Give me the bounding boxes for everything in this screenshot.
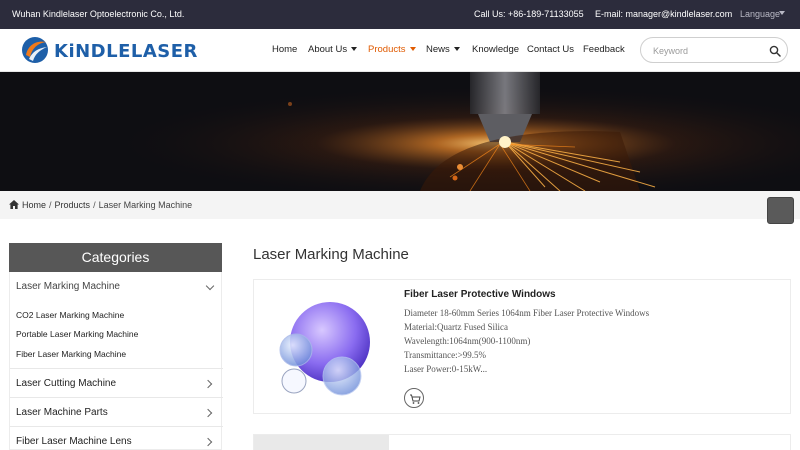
company-name: Wuhan Kindlelaser Optoelectronic Co., Lt…	[12, 9, 185, 19]
breadcrumb-current: Laser Marking Machine	[98, 200, 193, 210]
page-title: Laser Marking Machine	[253, 246, 409, 263]
nav-knowledge[interactable]: Knowledge	[472, 44, 519, 55]
logo-mark-icon	[22, 37, 48, 63]
breadcrumb: Home / Products / Laser Marking Machine	[9, 200, 192, 210]
category-fiber-laser-machine-lens[interactable]: Fiber Laser Machine Lens	[10, 426, 223, 450]
subcategory-co2-laser-marking[interactable]: CO2 Laser Marking Machine	[16, 310, 124, 320]
product-image[interactable]	[272, 294, 382, 404]
breadcrumb-products[interactable]: Products	[55, 200, 91, 210]
nav-contact-us[interactable]: Contact Us	[527, 44, 574, 55]
chevron-down-icon	[453, 47, 460, 51]
nav-home[interactable]: Home	[272, 44, 297, 55]
product-image[interactable]	[254, 435, 389, 450]
site-logo[interactable]: KiNDLELASER	[20, 35, 198, 65]
category-list: Laser Marking Machine CO2 Laser Marking …	[9, 272, 223, 450]
nav-label: Home	[272, 44, 298, 55]
category-sidebar: Categories Laser Marking Machine CO2 Las…	[9, 243, 223, 450]
product-title[interactable]: Fiber Laser Protective Windows	[404, 289, 556, 300]
product-description-line: Wavelength:1064nm(900-1100nm)	[404, 336, 531, 346]
product-card: Fiber Laser Protective Windows Diameter …	[253, 279, 791, 414]
category-label: Fiber Laser Machine Lens	[16, 436, 132, 447]
search-icon[interactable]	[769, 45, 781, 57]
floating-action-button[interactable]	[767, 197, 794, 224]
nav-label: Products	[368, 44, 406, 55]
logo-text: KiNDLELASER	[54, 41, 198, 62]
subcategory-fiber-laser-marking[interactable]: Fiber Laser Marking Machine	[16, 349, 126, 359]
subcategory-portable-laser-marking[interactable]: Portable Laser Marking Machine	[16, 329, 138, 339]
chevron-down-icon	[351, 47, 358, 51]
breadcrumb-separator: /	[49, 200, 52, 210]
laser-cutting-banner-image	[0, 72, 800, 191]
category-label: Laser Machine Parts	[16, 407, 108, 418]
nav-label: Knowledge	[472, 44, 520, 55]
nav-label: About Us	[308, 44, 348, 55]
chevron-right-icon	[203, 437, 213, 447]
chevron-down-icon[interactable]	[205, 281, 215, 291]
category-laser-marking-machine[interactable]: Laser Marking Machine	[16, 281, 120, 292]
hero-banner	[0, 72, 800, 191]
product-card	[253, 434, 791, 450]
search-input[interactable]	[653, 43, 763, 58]
nav-products[interactable]: Products	[368, 44, 416, 55]
cart-icon	[410, 394, 421, 404]
language-selector[interactable]: Language	[740, 9, 780, 19]
chevron-down-icon	[779, 11, 785, 15]
search-box	[640, 37, 788, 63]
nav-feedback[interactable]: Feedback	[583, 44, 625, 55]
nav-news[interactable]: News	[426, 44, 460, 55]
nav-label: Contact Us	[527, 44, 574, 55]
nav-label: News	[426, 44, 450, 55]
breadcrumb-home[interactable]: Home	[22, 200, 46, 210]
email-contact[interactable]: E-mail: manager@kindlelaser.com	[595, 9, 732, 19]
nav-label: Feedback	[583, 44, 625, 55]
chevron-down-icon	[409, 47, 416, 51]
product-description-line: Diameter 18-60mm Series 1064nm Fiber Las…	[404, 308, 650, 318]
chevron-right-icon	[203, 408, 213, 418]
breadcrumb-separator: /	[93, 200, 96, 210]
product-description-line: Transmittance:>99.5%	[404, 350, 486, 360]
phone-contact[interactable]: Call Us: +86-189-71133055	[474, 9, 584, 19]
home-icon	[9, 200, 19, 209]
product-description-line: Laser Power:0-15kW...	[404, 364, 488, 374]
chevron-right-icon	[203, 379, 213, 389]
category-label: Laser Cutting Machine	[16, 378, 117, 389]
category-heading: Categories	[9, 243, 222, 272]
category-laser-machine-parts[interactable]: Laser Machine Parts	[10, 397, 223, 426]
product-description-line: Material:Quartz Fused Silica	[404, 322, 508, 332]
breadcrumb-bar: Home / Products / Laser Marking Machine	[0, 191, 800, 219]
category-laser-cutting-machine[interactable]: Laser Cutting Machine	[10, 368, 223, 397]
add-to-cart-button[interactable]	[404, 388, 424, 408]
site-header: KiNDLELASER Home About Us Products News …	[0, 29, 800, 72]
top-bar: Wuhan Kindlelaser Optoelectronic Co., Lt…	[0, 0, 800, 29]
nav-about-us[interactable]: About Us	[308, 44, 358, 55]
